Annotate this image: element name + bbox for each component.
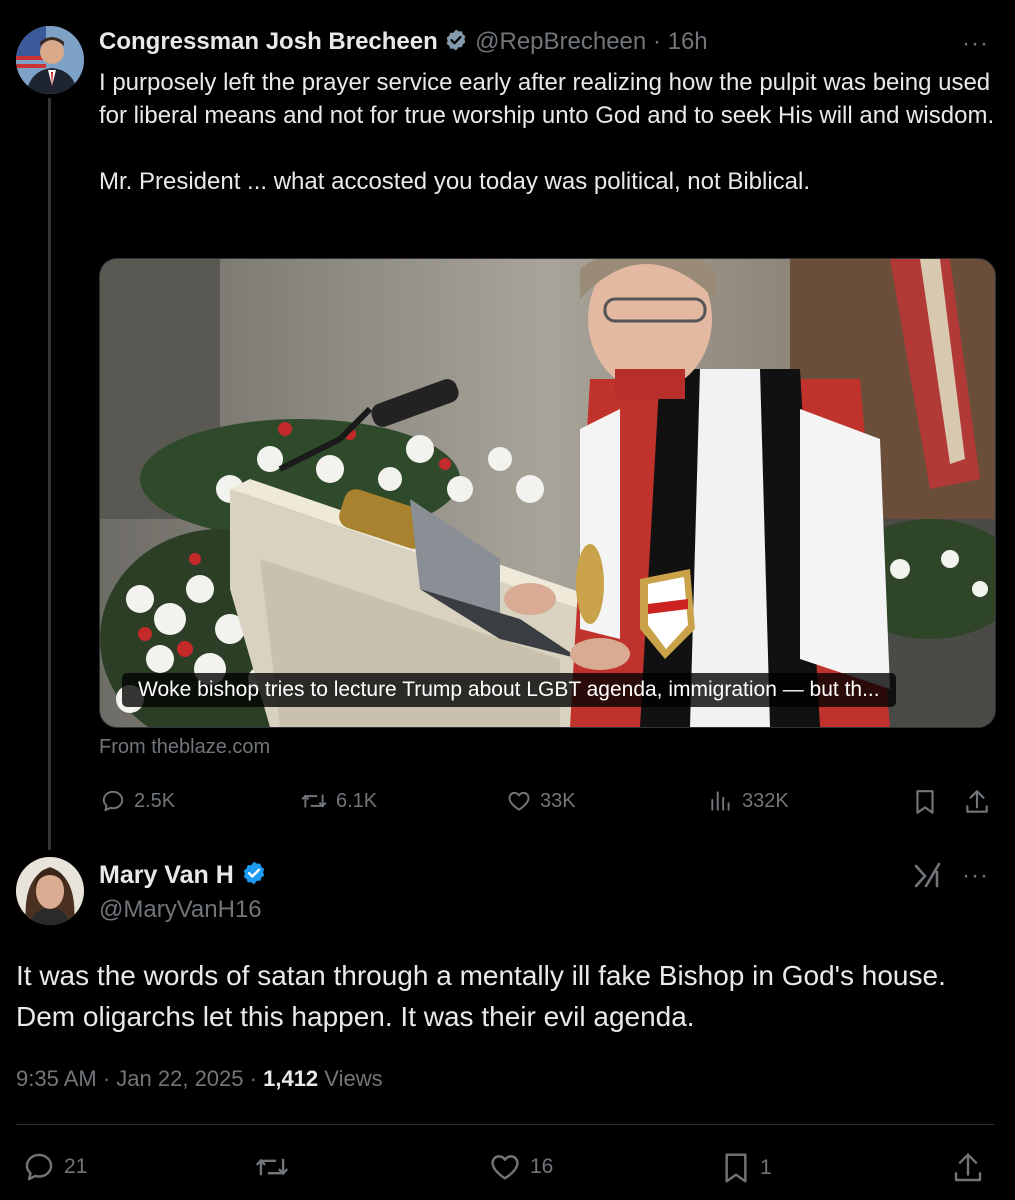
bookmark-button[interactable]: 1 xyxy=(720,1150,772,1186)
repost-button[interactable]: 6.1K xyxy=(300,788,377,814)
reply-button[interactable]: 21 xyxy=(22,1150,87,1184)
bookmark-button[interactable] xyxy=(912,788,938,816)
link-card-caption[interactable]: Woke bishop tries to lecture Trump about… xyxy=(122,673,896,707)
like-button[interactable]: 16 xyxy=(488,1150,553,1184)
reply-button[interactable]: 2.5K xyxy=(100,788,175,814)
tweet-actions: 2.5K 6.1K 33K 332K xyxy=(0,786,1015,818)
separator-dot: · xyxy=(102,1066,111,1091)
more-options-icon[interactable]: ··· xyxy=(962,862,989,890)
tweet-time[interactable]: 9:35 AM xyxy=(16,1066,97,1091)
author-name[interactable]: Mary Van H xyxy=(99,861,234,889)
tweet-paragraph: I purposely left the prayer service earl… xyxy=(99,69,995,129)
tweet-text: It was the words of satan through a ment… xyxy=(16,960,946,1032)
reply-icon xyxy=(25,1153,53,1181)
thread-connector-line xyxy=(48,98,51,850)
views-label: Views xyxy=(324,1066,383,1091)
repost-icon xyxy=(255,1158,289,1176)
bookmark-icon xyxy=(916,790,934,814)
views-count: 1,412 xyxy=(263,1066,319,1091)
views-button[interactable]: 332K xyxy=(708,788,789,814)
share-button[interactable] xyxy=(952,1150,984,1186)
avatar[interactable] xyxy=(16,857,84,925)
divider xyxy=(16,1124,994,1125)
reply-icon xyxy=(102,790,124,812)
tweet-header: Congressman Josh Brecheen @RepBrecheen ·… xyxy=(99,28,708,59)
heart-icon xyxy=(508,791,530,811)
more-options-icon[interactable]: ··· xyxy=(962,30,989,58)
tweet-text: I purposely left the prayer service earl… xyxy=(99,66,999,198)
repost-button[interactable] xyxy=(254,1150,290,1184)
analytics-icon xyxy=(711,791,730,811)
share-button[interactable] xyxy=(964,788,990,816)
avatar-photo xyxy=(16,26,84,94)
views-count: 332K xyxy=(742,789,789,812)
link-source[interactable]: From theblaze.com xyxy=(99,736,270,759)
tweet-date[interactable]: Jan 22, 2025 xyxy=(116,1066,243,1091)
repost-count: 6.1K xyxy=(336,789,378,812)
reply-count: 21 xyxy=(64,1155,88,1178)
tweet-actions: 21 16 1 xyxy=(0,1150,1015,1186)
share-icon xyxy=(954,1153,982,1182)
like-count: 16 xyxy=(530,1155,554,1178)
bishop-photo xyxy=(100,259,995,727)
tweet-metadata: 9:35 AM · Jan 22, 2025 · 1,412 Views xyxy=(16,1066,383,1092)
reply-count: 2.5K xyxy=(134,789,176,812)
separator-dot: · xyxy=(249,1066,257,1091)
bookmark-count: 1 xyxy=(760,1156,772,1179)
tweet-header: Mary Van H xyxy=(99,860,267,893)
verified-badge-icon xyxy=(444,28,468,59)
like-count: 33K xyxy=(540,789,576,812)
verified-badge-icon xyxy=(241,860,267,893)
link-card-image[interactable] xyxy=(99,258,996,728)
author-handle[interactable]: @MaryVanH16 xyxy=(99,896,262,924)
heart-icon xyxy=(491,1155,519,1180)
repost-icon xyxy=(301,794,327,808)
tweet-paragraph: Mr. President ... what accosted you toda… xyxy=(99,168,811,195)
like-button[interactable]: 33K xyxy=(506,788,576,814)
share-icon xyxy=(966,790,988,813)
bookmark-icon xyxy=(725,1153,747,1183)
separator-dot: · xyxy=(652,28,661,55)
grok-icon[interactable] xyxy=(913,862,943,895)
avatar[interactable] xyxy=(16,26,84,94)
tweet-time[interactable]: 16h xyxy=(668,28,708,55)
author-handle[interactable]: @RepBrecheen xyxy=(475,28,646,55)
author-name[interactable]: Congressman Josh Brecheen xyxy=(99,28,438,55)
avatar-photo xyxy=(16,857,84,925)
